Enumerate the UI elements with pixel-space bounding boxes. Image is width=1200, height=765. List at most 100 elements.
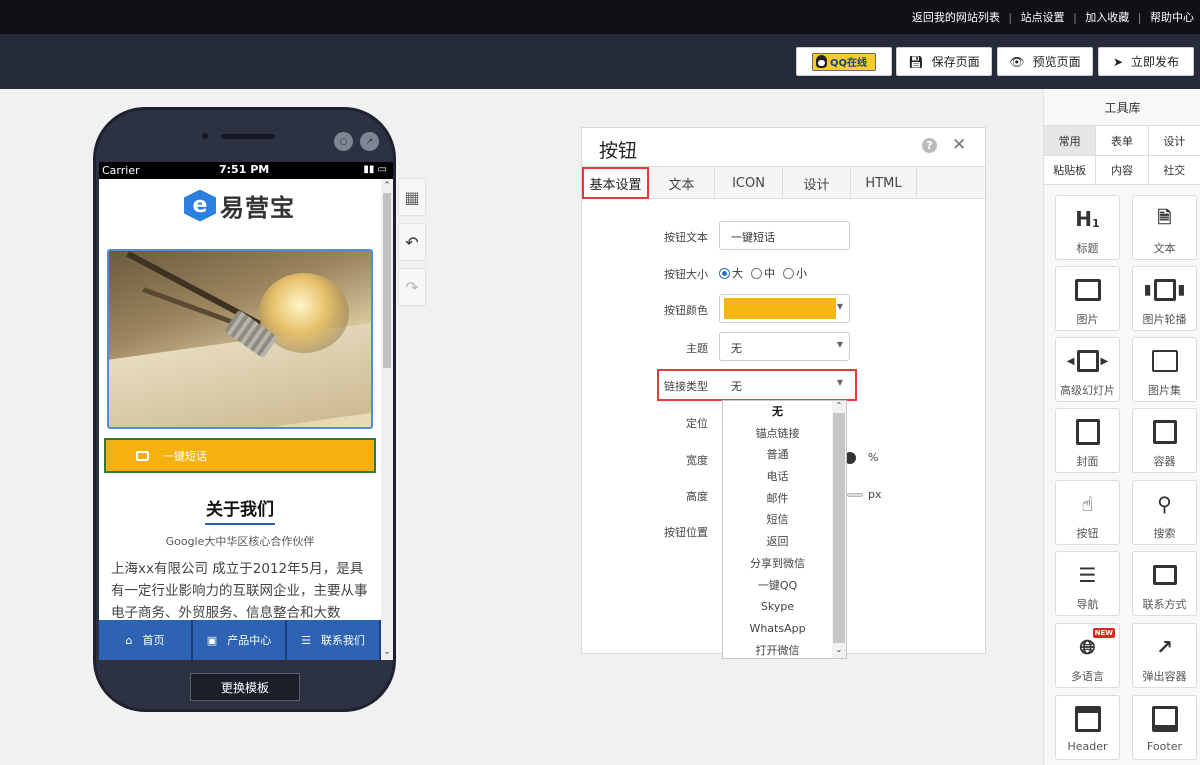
- theme-value: 无: [731, 342, 742, 355]
- qq-online-button[interactable]: QQ在线: [796, 47, 892, 76]
- stats-icon[interactable]: ↗: [360, 132, 379, 151]
- link-type-label: 链接类型: [664, 380, 708, 393]
- tool-carousel[interactable]: ▮ ▮ 图片轮播: [1132, 266, 1197, 331]
- toolbox-tab-form[interactable]: 表单: [1096, 126, 1149, 155]
- help-icon[interactable]: ?: [922, 138, 937, 153]
- redo-icon[interactable]: ↷: [398, 268, 426, 306]
- size-radio-group: 大 中 小: [719, 265, 807, 281]
- bottom-nav: ⌂ 首页 ▣ 产品中心 ☰ 联系我们: [99, 620, 381, 660]
- dropdown-option[interactable]: 无: [723, 401, 846, 423]
- theme-select[interactable]: 无 ▼: [719, 332, 850, 361]
- dropdown-option[interactable]: 电话: [723, 466, 846, 488]
- toolbox-tab-social[interactable]: 社交: [1148, 156, 1200, 184]
- link-my-sites[interactable]: 返回我的网站列表: [912, 11, 1000, 24]
- color-swatch: [724, 298, 836, 319]
- undo-icon[interactable]: ↶: [398, 223, 426, 261]
- row-theme: 主题 无 ▼: [582, 332, 985, 362]
- scroll-thumb[interactable]: [383, 193, 391, 368]
- link-type-select[interactable]: 无 ▼: [719, 370, 850, 399]
- color-picker[interactable]: ▼: [719, 294, 850, 323]
- tab-html[interactable]: HTML: [851, 167, 917, 199]
- dropdown-scroll-thumb[interactable]: [833, 413, 845, 643]
- tool-cover[interactable]: 封面: [1055, 408, 1120, 473]
- link-help-center[interactable]: 帮助中心: [1150, 11, 1194, 24]
- size-radio-large[interactable]: 大: [719, 265, 743, 281]
- radio-dot: [751, 267, 762, 279]
- tool-header[interactable]: Header: [1055, 695, 1120, 760]
- dropdown-option[interactable]: 一键QQ: [723, 575, 846, 597]
- tool-container[interactable]: 容器: [1132, 408, 1197, 473]
- toolbox-tab-design[interactable]: 设计: [1148, 126, 1200, 155]
- top-links: 返回我的网站列表 | 站点设置 | 加入收藏 | 帮助中心: [907, 9, 1194, 25]
- button-position-label: 按钮位置: [664, 526, 708, 539]
- dropdown-option[interactable]: 分享到微信: [723, 553, 846, 575]
- tool-contact[interactable]: 联系方式: [1132, 551, 1197, 616]
- dropdown-scrollbar[interactable]: ⌃ ⌄: [832, 401, 846, 658]
- battery-icon: ▮▮ ▭: [363, 164, 387, 175]
- dropdown-option[interactable]: 返回: [723, 531, 846, 553]
- dropdown-option[interactable]: 短信: [723, 509, 846, 531]
- paper-plane-icon: ➤: [1112, 54, 1124, 69]
- size-radio-medium[interactable]: 中: [751, 265, 775, 281]
- change-template-button[interactable]: 更换模板: [190, 673, 300, 701]
- tile-label: 容器: [1153, 455, 1176, 468]
- tool-navigation[interactable]: ☰ 导航: [1055, 551, 1120, 616]
- site-logo[interactable]: e 易营宝: [184, 188, 295, 223]
- dropdown-option[interactable]: 打开微信: [723, 640, 846, 658]
- link-site-settings[interactable]: 站点设置: [1021, 11, 1065, 24]
- nav-home[interactable]: ⌂ 首页: [99, 620, 193, 660]
- tool-gallery[interactable]: 图片集: [1132, 337, 1197, 402]
- qq-badge: QQ在线: [812, 52, 876, 71]
- toolbox-title: 工具库: [1104, 101, 1141, 115]
- tool-image[interactable]: 图片: [1055, 266, 1120, 331]
- toolbox-tab-row: 常用 表单 设计: [1044, 125, 1200, 155]
- button-text-input[interactable]: 一键短话: [719, 221, 850, 250]
- about-body: 上海xx有限公司 成立于2012年5月，是具有一定行业影响力的互联网企业，主要从…: [111, 561, 368, 621]
- size-label: 按钮大小: [664, 268, 708, 281]
- qr-code-icon[interactable]: ▦: [398, 178, 426, 216]
- scroll-up-arrow-icon[interactable]: ⌃: [381, 181, 393, 191]
- dropdown-option[interactable]: Skype: [723, 596, 846, 618]
- hero-image[interactable]: [107, 249, 373, 429]
- scroll-down-arrow-icon[interactable]: ⌄: [381, 647, 393, 657]
- height-slider-track[interactable]: [847, 493, 863, 497]
- tool-search[interactable]: ⚲ 搜索: [1132, 480, 1197, 545]
- close-icon[interactable]: ✕: [952, 135, 966, 155]
- tab-basic-settings[interactable]: 基本设置: [582, 167, 649, 199]
- scroll-up-arrow-icon[interactable]: ⌃: [832, 401, 846, 410]
- toolbox-tab-content[interactable]: 内容: [1096, 156, 1149, 184]
- toolbox-tab-common[interactable]: 常用: [1044, 126, 1097, 155]
- tool-heading[interactable]: H1 标题: [1055, 195, 1120, 260]
- scroll-down-arrow-icon[interactable]: ⌄: [832, 645, 846, 654]
- preview-scrollbar[interactable]: ⌃ ⌄: [381, 179, 393, 660]
- link-add-favorite[interactable]: 加入收藏: [1085, 11, 1129, 24]
- tool-popup[interactable]: ↗ 弹出容器: [1132, 623, 1197, 688]
- tile-label: 搜索: [1153, 527, 1176, 540]
- tool-footer[interactable]: Footer: [1132, 695, 1197, 760]
- tool-slideshow[interactable]: ◀ ▶ 高级幻灯片: [1055, 337, 1120, 402]
- toolbox-tab-clipboard[interactable]: 粘贴板: [1044, 156, 1097, 184]
- nav-products[interactable]: ▣ 产品中心: [193, 620, 287, 660]
- nav-label: 首页: [142, 634, 165, 647]
- cta-button[interactable]: 一键短话: [104, 438, 376, 473]
- tool-button[interactable]: ☝︎ 按钮: [1055, 480, 1120, 545]
- tab-text[interactable]: 文本: [649, 167, 715, 199]
- tile-label: 弹出容器: [1142, 670, 1187, 683]
- dropdown-option[interactable]: 邮件: [723, 488, 846, 510]
- dropdown-option[interactable]: WhatsApp: [723, 618, 846, 640]
- size-radio-small[interactable]: 小: [783, 265, 807, 281]
- pointer-icon: ☝︎: [1081, 492, 1094, 516]
- dropdown-option[interactable]: 普通: [723, 444, 846, 466]
- link-type-dropdown[interactable]: 无 锚点链接 普通 电话 邮件 短信 返回 分享到微信 一键QQ Skype W…: [722, 400, 847, 659]
- tool-text[interactable]: 🗎︎ 文本: [1132, 195, 1197, 260]
- nav-contact[interactable]: ☰ 联系我们: [287, 620, 381, 660]
- tab-icon[interactable]: ICON: [715, 167, 783, 199]
- save-page-button[interactable]: 💾︎ 保存页面: [896, 47, 992, 76]
- tool-multilanguage[interactable]: NEW 🌐︎ 多语言: [1055, 623, 1120, 688]
- wechat-icon[interactable]: ○: [334, 132, 353, 151]
- tab-design[interactable]: 设计: [783, 167, 851, 199]
- preview-page-button[interactable]: 👁︎ 预览页面: [997, 47, 1093, 76]
- publish-button[interactable]: ➤ 立即发布: [1098, 47, 1194, 76]
- radio-dot: [783, 267, 794, 279]
- dropdown-option[interactable]: 锚点链接: [723, 423, 846, 445]
